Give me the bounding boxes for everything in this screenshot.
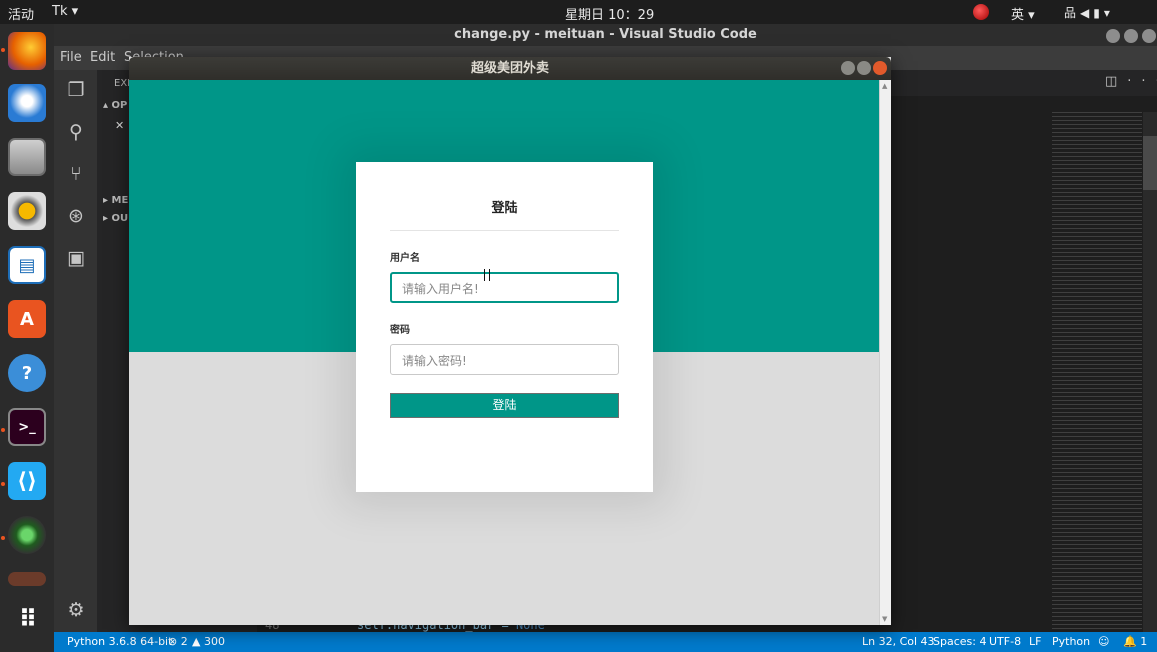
thunderbird-icon[interactable] bbox=[8, 84, 46, 122]
vscode-window-controls bbox=[1102, 28, 1156, 47]
username-input[interactable]: 请输入用户名! bbox=[390, 272, 619, 303]
language-mode[interactable]: Python bbox=[1052, 635, 1090, 648]
editor-scrollbar[interactable] bbox=[1143, 112, 1157, 632]
text-cursor-icon bbox=[484, 269, 490, 281]
scrollbar-thumb[interactable] bbox=[1143, 136, 1157, 190]
writer-icon[interactable]: ▤ bbox=[8, 246, 46, 284]
network-icon: 品 bbox=[1064, 6, 1081, 20]
tk-window: 超级美团外卖 ▲ ▼ 登陆 用户名 请输入用户名! 密码 请输入密码! 登陆 bbox=[129, 57, 891, 625]
maximize-icon[interactable] bbox=[857, 61, 871, 75]
battery-icon: ▮ bbox=[1093, 6, 1104, 20]
running-indicator bbox=[1, 428, 5, 432]
input-method-menu[interactable]: 英 ▾ bbox=[1011, 4, 1035, 23]
tk-scrollbar[interactable]: ▲ ▼ bbox=[879, 80, 891, 625]
login-card: 登陆 用户名 请输入用户名! 密码 请输入密码! 登陆 bbox=[356, 162, 653, 492]
minimize-icon[interactable] bbox=[1106, 29, 1120, 43]
scroll-down-icon[interactable]: ▼ bbox=[882, 615, 887, 623]
running-indicator bbox=[1, 482, 5, 486]
explorer-icon[interactable]: ❐ bbox=[64, 78, 88, 102]
divider bbox=[390, 230, 619, 231]
split-editor-icon[interactable]: ◫ bbox=[1105, 74, 1127, 89]
software-center-icon[interactable]: A bbox=[8, 300, 46, 338]
login-title: 登陆 bbox=[491, 201, 518, 216]
menu-file[interactable]: File bbox=[60, 50, 82, 65]
me-section-label: ME bbox=[111, 195, 129, 206]
line-endings[interactable]: LF bbox=[1029, 635, 1041, 648]
warning-count[interactable]: ▲ 300 bbox=[192, 635, 225, 648]
me-section[interactable]: ▸ ME bbox=[103, 195, 128, 206]
search-icon[interactable]: ⚲ bbox=[64, 120, 88, 144]
menu-edit[interactable]: Edit bbox=[90, 50, 115, 65]
close-editor-icon[interactable]: ✕ bbox=[115, 119, 124, 132]
terminal-icon[interactable]: >_ bbox=[8, 408, 46, 446]
cursor-position[interactable]: Ln 32, Col 43 bbox=[862, 635, 935, 648]
close-icon[interactable] bbox=[873, 61, 887, 75]
password-input[interactable]: 请输入密码! bbox=[390, 344, 619, 375]
system-clock[interactable]: 星期日 10：29 bbox=[565, 4, 654, 23]
dock: ▤ A ? >_ ⟨⟩ ⠿ bbox=[0, 24, 54, 652]
status-bar: Python 3.6.8 64-bit ⊗ 2 ▲ 300 Ln 32, Col… bbox=[54, 632, 1157, 652]
feedback-icon[interactable]: ☺ bbox=[1098, 635, 1109, 648]
vscode-icon[interactable]: ⟨⟩ bbox=[8, 462, 46, 500]
trash-icon[interactable] bbox=[8, 572, 46, 586]
system-tray[interactable]: 品◀▮▾ bbox=[1064, 4, 1114, 21]
close-icon[interactable] bbox=[1142, 29, 1156, 43]
show-apps-icon[interactable]: ⠿ bbox=[8, 600, 46, 638]
files-icon[interactable] bbox=[8, 138, 46, 176]
username-label: 用户名 bbox=[390, 253, 420, 264]
editor-actions: ◫··· bbox=[1105, 74, 1157, 89]
open-editors-label: OP bbox=[111, 100, 128, 111]
outline-section[interactable]: ▸ OU bbox=[103, 213, 128, 224]
volume-icon: ◀ bbox=[1080, 6, 1094, 20]
debug-icon[interactable]: ⊛ bbox=[64, 204, 88, 228]
extensions-icon[interactable]: ▣ bbox=[64, 246, 88, 270]
activity-bar: ❐ ⚲ ⑂ ⊛ ▣ ⚙ bbox=[54, 70, 97, 632]
tk-title-bar[interactable]: 超级美团外卖 bbox=[129, 57, 891, 80]
system-top-bar: 活动 Tk ▾ 星期日 10：29 英 ▾ 品◀▮▾ bbox=[0, 0, 1157, 24]
maximize-icon[interactable] bbox=[1124, 29, 1138, 43]
file-encoding[interactable]: UTF-8 bbox=[989, 635, 1021, 648]
open-editors-section[interactable]: ▴ OP bbox=[103, 100, 127, 111]
minimap[interactable] bbox=[1052, 112, 1142, 632]
running-indicator bbox=[1, 536, 5, 540]
power-menu-icon: ▾ bbox=[1103, 6, 1114, 20]
outline-section-label: OU bbox=[111, 213, 129, 224]
app-menu[interactable]: Tk ▾ bbox=[52, 4, 78, 19]
login-button[interactable]: 登陆 bbox=[390, 393, 619, 418]
notifications-bell[interactable]: 🔔 1 bbox=[1123, 635, 1147, 648]
python-interpreter[interactable]: Python 3.6.8 64-bit bbox=[67, 635, 172, 648]
password-label: 密码 bbox=[390, 325, 410, 336]
activities-button[interactable]: 活动 bbox=[8, 4, 34, 23]
minimize-icon[interactable] bbox=[841, 61, 855, 75]
record-indicator-icon[interactable] bbox=[973, 4, 989, 20]
vscode-title-bar: change.py - meituan - Visual Studio Code bbox=[54, 24, 1157, 46]
help-icon[interactable]: ? bbox=[8, 354, 46, 392]
indentation[interactable]: Spaces: 4 bbox=[933, 635, 986, 648]
error-count[interactable]: ⊗ 2 bbox=[168, 635, 188, 648]
tk-window-controls bbox=[839, 61, 887, 80]
more-actions-icon[interactable]: ··· bbox=[1127, 74, 1157, 89]
scroll-up-icon[interactable]: ▲ bbox=[882, 82, 887, 90]
firefox-icon[interactable] bbox=[8, 32, 46, 70]
source-control-icon[interactable]: ⑂ bbox=[64, 162, 88, 186]
camera-icon[interactable] bbox=[8, 516, 46, 554]
running-indicator bbox=[1, 48, 5, 52]
gear-icon[interactable]: ⚙ bbox=[64, 598, 88, 622]
rhythmbox-icon[interactable] bbox=[8, 192, 46, 230]
